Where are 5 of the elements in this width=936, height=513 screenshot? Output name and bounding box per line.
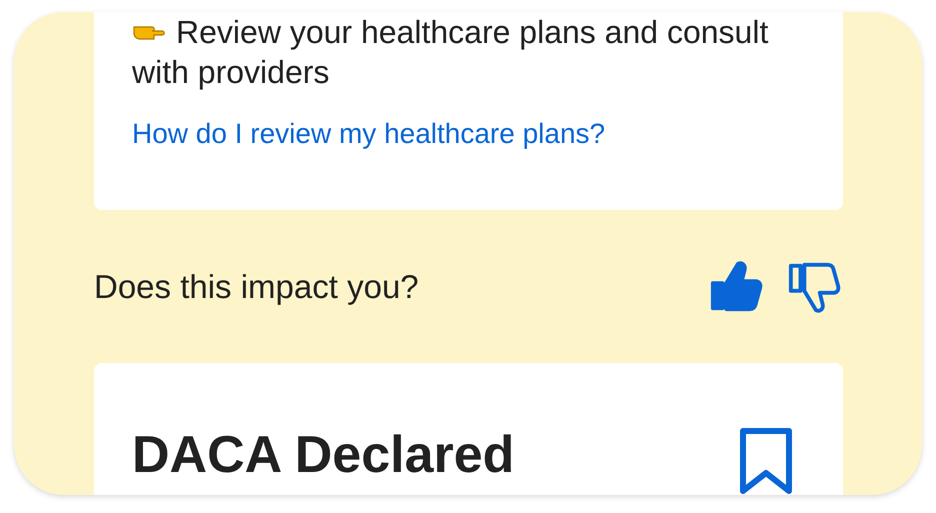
- action-step-text: Review your healthcare plans and consult with providers: [132, 13, 770, 92]
- impact-question: Does this impact you?: [94, 268, 419, 306]
- bookmark-button[interactable]: [739, 427, 793, 495]
- news-title: DACA Declared: [132, 425, 514, 485]
- review-plans-link[interactable]: How do I review my healthcare plans?: [132, 114, 805, 154]
